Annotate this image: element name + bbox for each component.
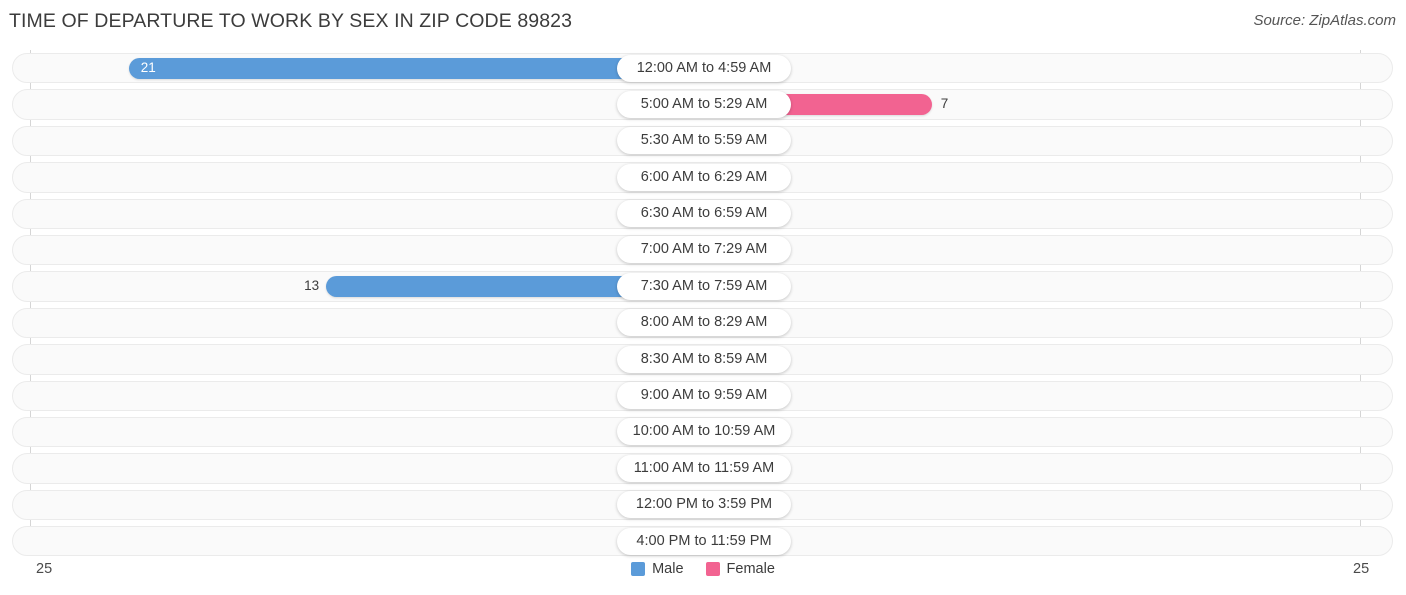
row-category-label: 6:30 AM to 6:59 AM	[617, 200, 791, 228]
bar-value-male: 13	[304, 278, 320, 294]
chart-row: 007:00 AM to 7:29 AM	[0, 232, 1406, 268]
chart-row: 004:00 PM to 11:59 PM	[0, 523, 1406, 559]
row-category-label: 6:00 AM to 6:29 AM	[617, 163, 791, 191]
chart-row: 075:00 AM to 5:29 AM	[0, 86, 1406, 122]
row-bars: 006:00 AM to 6:29 AM	[0, 159, 1406, 195]
bar-value-female: 7	[940, 96, 949, 112]
chart-row: 21012:00 AM to 4:59 AM	[0, 50, 1406, 86]
legend-swatch-male-icon	[631, 562, 646, 576]
legend-label-male: Male	[652, 561, 684, 577]
chart-row: 008:00 AM to 8:29 AM	[0, 305, 1406, 341]
bar-value-male: 21	[140, 60, 156, 75]
chart-row: 006:30 AM to 6:59 AM	[0, 196, 1406, 232]
row-category-label: 10:00 AM to 10:59 AM	[617, 418, 791, 446]
row-category-label: 5:00 AM to 5:29 AM	[617, 90, 791, 118]
row-category-label: 9:00 AM to 9:59 AM	[617, 382, 791, 410]
chart-row: 0011:00 AM to 11:59 AM	[0, 450, 1406, 486]
page-title: TIME OF DEPARTURE TO WORK BY SEX IN ZIP …	[9, 10, 573, 32]
chart-row: 0012:00 PM to 3:59 PM	[0, 487, 1406, 523]
row-category-label: 7:30 AM to 7:59 AM	[617, 272, 791, 300]
row-bars: 006:30 AM to 6:59 AM	[0, 196, 1406, 232]
source-attribution: Source: ZipAtlas.com	[1253, 12, 1396, 29]
legend-item-male[interactable]: Male	[631, 561, 684, 577]
row-category-label: 5:30 AM to 5:59 AM	[617, 127, 791, 155]
chart-header: TIME OF DEPARTURE TO WORK BY SEX IN ZIP …	[0, 0, 1406, 44]
row-bars: 007:00 AM to 7:29 AM	[0, 232, 1406, 268]
chart-legend: Male Female	[0, 561, 1406, 577]
row-bars: 009:00 AM to 9:59 AM	[0, 378, 1406, 414]
row-bars: 1307:30 AM to 7:59 AM	[0, 268, 1406, 304]
row-bars: 075:00 AM to 5:29 AM	[0, 86, 1406, 122]
row-bars: 0010:00 AM to 10:59 AM	[0, 414, 1406, 450]
row-bars: 21012:00 AM to 4:59 AM	[0, 50, 1406, 86]
row-bars: 0012:00 PM to 3:59 PM	[0, 487, 1406, 523]
chart-row: 008:30 AM to 8:59 AM	[0, 341, 1406, 377]
chart-row: 1307:30 AM to 7:59 AM	[0, 268, 1406, 304]
row-category-label: 8:00 AM to 8:29 AM	[617, 309, 791, 337]
row-category-label: 4:00 PM to 11:59 PM	[617, 527, 791, 555]
row-category-label: 7:00 AM to 7:29 AM	[617, 236, 791, 264]
legend-swatch-female-icon	[705, 562, 720, 576]
row-category-label: 12:00 AM to 4:59 AM	[617, 54, 791, 82]
row-bars: 008:00 AM to 8:29 AM	[0, 305, 1406, 341]
chart-rows: 21012:00 AM to 4:59 AM075:00 AM to 5:29 …	[0, 50, 1406, 559]
chart-plot-area: 21012:00 AM to 4:59 AM075:00 AM to 5:29 …	[0, 50, 1406, 557]
row-bars: 004:00 PM to 11:59 PM	[0, 523, 1406, 559]
row-category-label: 11:00 AM to 11:59 AM	[617, 454, 791, 482]
chart-row: 006:00 AM to 6:29 AM	[0, 159, 1406, 195]
chart-row: 0010:00 AM to 10:59 AM	[0, 414, 1406, 450]
chart-row: 009:00 AM to 9:59 AM	[0, 378, 1406, 414]
row-category-label: 12:00 PM to 3:59 PM	[617, 491, 791, 519]
row-bars: 005:30 AM to 5:59 AM	[0, 123, 1406, 159]
legend-label-female: Female	[726, 561, 775, 577]
row-category-label: 8:30 AM to 8:59 AM	[617, 345, 791, 373]
chart-row: 005:30 AM to 5:59 AM	[0, 123, 1406, 159]
legend-item-female[interactable]: Female	[705, 561, 775, 577]
row-bars: 0011:00 AM to 11:59 AM	[0, 450, 1406, 486]
chart-footer: 25 25 Male Female	[0, 556, 1406, 595]
row-bars: 008:30 AM to 8:59 AM	[0, 341, 1406, 377]
